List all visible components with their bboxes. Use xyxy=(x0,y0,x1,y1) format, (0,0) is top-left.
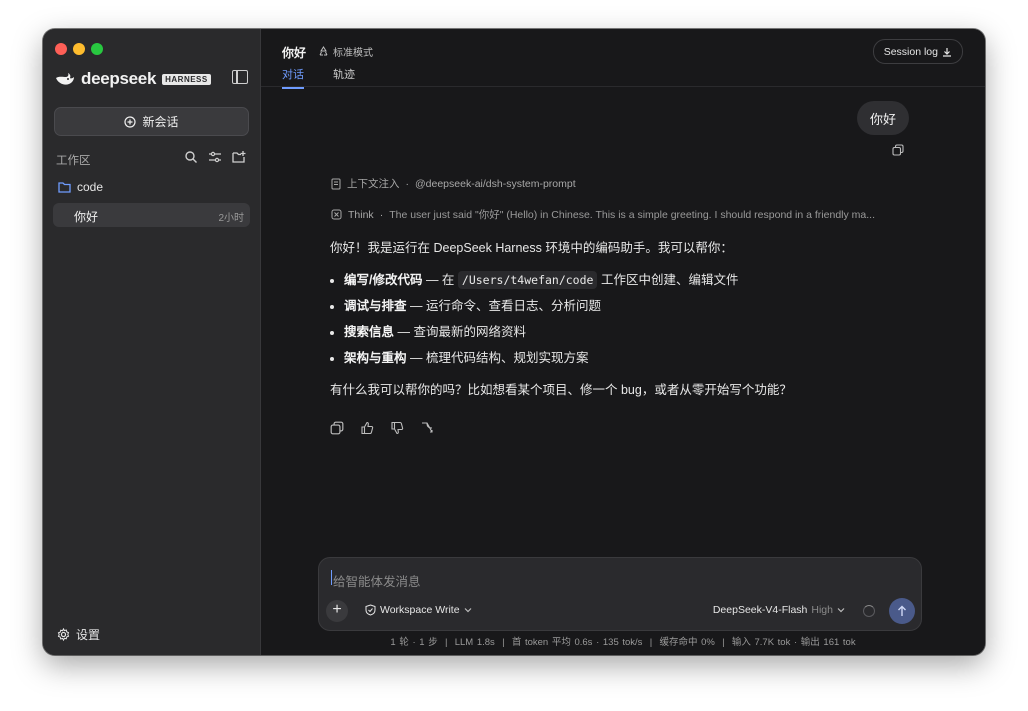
chevron-down-icon xyxy=(464,608,471,613)
separator-dot: · xyxy=(379,208,384,221)
user-message: 你好 xyxy=(856,101,909,135)
arrow-up-icon xyxy=(898,605,906,616)
message-input[interactable]: 给智能体发消息 xyxy=(333,571,421,590)
list-item-text: — 在 xyxy=(422,273,458,287)
list-item: 搜索信息 — 查询最新的网络资料 xyxy=(344,319,900,345)
new-chat-label: 新会话 xyxy=(142,115,179,129)
thumbs-down-icon[interactable] xyxy=(390,421,404,435)
mode-indicator[interactable]: 标准模式 xyxy=(318,44,373,59)
think-label: Think xyxy=(348,208,374,221)
workspace-mode-select[interactable]: Workspace Write xyxy=(365,604,472,616)
attach-button[interactable]: + xyxy=(326,600,348,622)
download-icon xyxy=(943,47,951,57)
session-log-label: Session log xyxy=(883,45,938,58)
app-window: deepseek HARNESS 新会话 工作区 code 你好 2小时 设置 … xyxy=(43,29,985,655)
context-label: 上下文注入 xyxy=(347,178,400,190)
workspace-mode-label: Workspace Write xyxy=(380,604,460,616)
branch-icon[interactable] xyxy=(420,421,434,435)
model-level: High xyxy=(811,604,833,616)
workspace-label: 工作区 xyxy=(56,155,91,167)
session-title: 你好 xyxy=(74,210,99,224)
loading-spinner-icon xyxy=(863,605,875,617)
search-icon[interactable] xyxy=(184,150,198,164)
brand-logo: deepseek HARNESS xyxy=(55,69,211,89)
main-panel: 你好 标准模式 对话 轨迹 Session log 你好 上下文注入 · @de… xyxy=(261,29,985,655)
context-injection-row[interactable]: 上下文注入 · @deepseek-ai/dsh-system-prompt xyxy=(331,176,576,191)
maximize-window-button[interactable] xyxy=(91,43,103,55)
answer-list: 编写/修改代码 — 在 /Users/t4wefan/code 工作区中创建、编… xyxy=(330,267,900,371)
new-folder-icon[interactable] xyxy=(232,150,246,164)
thumbs-up-icon[interactable] xyxy=(360,421,374,435)
answer-intro: 你好！我是运行在 DeepSeek Harness 环境中的编码助手。我可以帮你… xyxy=(330,241,733,255)
think-preview: The user just said "你好" (Hello) in Chine… xyxy=(389,209,875,221)
sidebar: deepseek HARNESS 新会话 工作区 code 你好 2小时 设置 xyxy=(43,29,261,655)
chevron-down-icon xyxy=(837,608,845,613)
filter-settings-icon[interactable] xyxy=(208,150,222,164)
think-row[interactable]: Think · The user just said "你好" (Hello) … xyxy=(331,207,909,222)
folder-name: code xyxy=(77,180,104,194)
brand-badge: HARNESS xyxy=(162,73,211,85)
status-bar: 1 轮 · 1 步 | LLM 1.8s | 首 token 平均 0.6s ·… xyxy=(390,637,856,648)
new-chat-button[interactable]: 新会话 xyxy=(54,107,249,136)
settings-button[interactable]: 设置 xyxy=(57,626,100,643)
copy-icon[interactable] xyxy=(330,421,344,435)
whale-icon xyxy=(56,73,74,85)
separator-dot: · xyxy=(405,177,410,190)
workspace-folder[interactable]: code xyxy=(58,180,103,194)
context-value: @deepseek-ai/dsh-system-prompt xyxy=(415,177,576,190)
folder-icon xyxy=(58,181,71,193)
model-select[interactable]: DeepSeek-V4-Flash High xyxy=(713,604,845,616)
session-time: 2小时 xyxy=(218,213,244,224)
model-name: DeepSeek-V4-Flash xyxy=(712,604,808,616)
mode-label: 标准模式 xyxy=(333,48,373,59)
recycle-icon xyxy=(319,46,328,56)
list-item-title: 编写/修改代码 xyxy=(344,273,423,287)
message-composer: 给智能体发消息 + Workspace Write DeepSeek-V4-Fl… xyxy=(318,557,922,631)
message-actions xyxy=(330,421,434,435)
session-log-button[interactable]: Session log xyxy=(872,39,963,64)
settings-label: 设置 xyxy=(76,628,101,642)
list-item: 调试与排查 — 运行命令、查看日志、分析问题 xyxy=(344,293,900,319)
list-item-text: 工作区中创建、编辑文件 xyxy=(597,273,739,287)
minimize-window-button[interactable] xyxy=(73,43,85,55)
list-item-text: — 查询最新的网络资料 xyxy=(394,325,526,339)
session-item[interactable]: 你好 2小时 xyxy=(53,203,250,227)
close-window-button[interactable] xyxy=(55,43,67,55)
list-item-text: — 运行命令、查看日志、分析问题 xyxy=(406,299,601,313)
brain-icon xyxy=(331,209,342,220)
document-icon xyxy=(331,178,341,189)
page-title: 你好 xyxy=(282,46,307,60)
list-item-title: 调试与排查 xyxy=(344,299,407,313)
list-item: 编写/修改代码 — 在 /Users/t4wefan/code 工作区中创建、编… xyxy=(344,267,900,293)
list-item-text: — 梳理代码结构、规划实现方案 xyxy=(406,351,589,365)
brand-name: deepseek xyxy=(81,69,157,88)
assistant-answer: 你好！我是运行在 DeepSeek Harness 环境中的编码助手。我可以帮你… xyxy=(330,235,900,403)
list-item-title: 搜索信息 xyxy=(344,325,395,339)
list-item-title: 架构与重构 xyxy=(344,351,407,365)
inline-code: /Users/t4wefan/code xyxy=(457,271,598,289)
answer-outro: 有什么我可以帮你的吗？比如想看某个项目、修一个 bug，或者从零开始写个功能？ xyxy=(330,383,792,397)
copy-icon[interactable] xyxy=(892,144,904,156)
sidebar-toggle-icon[interactable] xyxy=(232,70,248,84)
text-caret xyxy=(331,570,332,585)
plus-circle-icon xyxy=(124,115,137,128)
list-item: 架构与重构 — 梳理代码结构、规划实现方案 xyxy=(344,345,900,371)
header-divider xyxy=(261,86,985,87)
send-button[interactable] xyxy=(889,598,915,624)
gear-icon xyxy=(57,628,70,641)
shield-icon xyxy=(365,604,376,616)
